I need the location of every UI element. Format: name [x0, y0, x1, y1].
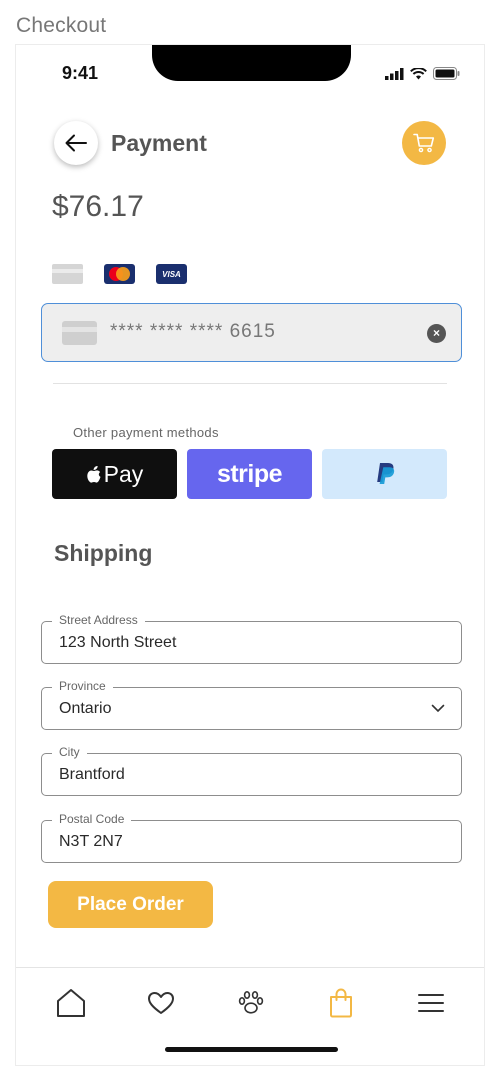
cart-button[interactable]	[402, 121, 446, 165]
clear-icon[interactable]: ×	[427, 324, 446, 343]
street-address-label: Street Address	[52, 613, 145, 627]
home-icon	[57, 989, 85, 1017]
tab-favorites[interactable]	[143, 985, 179, 1021]
postal-code-label: Postal Code	[52, 812, 132, 826]
back-button[interactable]	[54, 121, 98, 165]
province-label: Province	[52, 679, 113, 693]
generic-card-icon[interactable]	[52, 264, 83, 284]
other-methods-label: Other payment methods	[73, 425, 219, 440]
card-number-field[interactable]: **** **** **** 6615 ×	[41, 303, 462, 362]
place-order-button[interactable]: Place Order	[48, 881, 213, 928]
visa-icon[interactable]: VISA	[156, 264, 187, 284]
paw-icon	[238, 990, 264, 1014]
street-address-field[interactable]: Street Address 123 North Street	[41, 613, 462, 664]
paypal-logo-icon	[376, 463, 394, 484]
header: Payment	[54, 121, 448, 167]
status-icons	[385, 67, 460, 80]
phone-screen: 9:41 Payment $76.17 VISA **** **** **** …	[15, 44, 485, 1066]
shipping-title: Shipping	[54, 540, 153, 566]
postal-code-value: N3T 2N7	[59, 833, 123, 850]
province-value: Ontario	[59, 700, 112, 717]
home-indicator[interactable]	[165, 1047, 338, 1052]
apple-pay-label: Pay	[103, 460, 144, 487]
chevron-down-icon	[431, 704, 445, 713]
page-title: Payment	[111, 130, 207, 156]
city-label: City	[52, 745, 87, 759]
arrow-left-icon	[65, 134, 87, 152]
menu-icon	[418, 994, 444, 1012]
tab-pets[interactable]	[233, 985, 269, 1021]
payment-amount: $76.17	[52, 190, 144, 223]
shopping-bag-icon	[330, 988, 352, 1018]
postal-code-field[interactable]: Postal Code N3T 2N7	[41, 812, 462, 863]
heart-icon	[148, 992, 174, 1014]
province-select[interactable]: Province Ontario	[41, 679, 462, 730]
status-time: 9:41	[62, 63, 99, 83]
stripe-label: stripe	[216, 459, 283, 488]
cellular-signal-icon	[385, 67, 404, 80]
tabbar-divider	[16, 967, 484, 968]
paypal-button[interactable]	[322, 449, 447, 499]
city-value: Brantford	[59, 766, 125, 783]
wifi-icon	[410, 67, 427, 79]
apple-logo-icon	[86, 465, 101, 483]
street-address-value: 123 North Street	[59, 634, 177, 651]
shopping-cart-icon	[413, 133, 435, 153]
stripe-button[interactable]: stripe	[187, 449, 312, 499]
frame-label: Checkout	[16, 14, 107, 37]
apple-pay-button[interactable]: Pay	[52, 449, 177, 499]
tab-bag[interactable]	[323, 985, 359, 1021]
card-number-value: **** **** **** 6615	[110, 321, 276, 342]
card-icon	[62, 321, 97, 345]
card-type-list: VISA	[52, 264, 187, 284]
mastercard-icon[interactable]	[104, 264, 135, 284]
divider	[53, 383, 447, 384]
battery-icon	[433, 67, 460, 80]
city-field[interactable]: City Brantford	[41, 745, 462, 796]
tab-home[interactable]	[53, 985, 89, 1021]
payment-methods-row: Pay stripe	[52, 449, 447, 499]
tab-menu[interactable]	[413, 985, 449, 1021]
tab-bar	[16, 985, 484, 1021]
device-notch	[152, 45, 351, 81]
